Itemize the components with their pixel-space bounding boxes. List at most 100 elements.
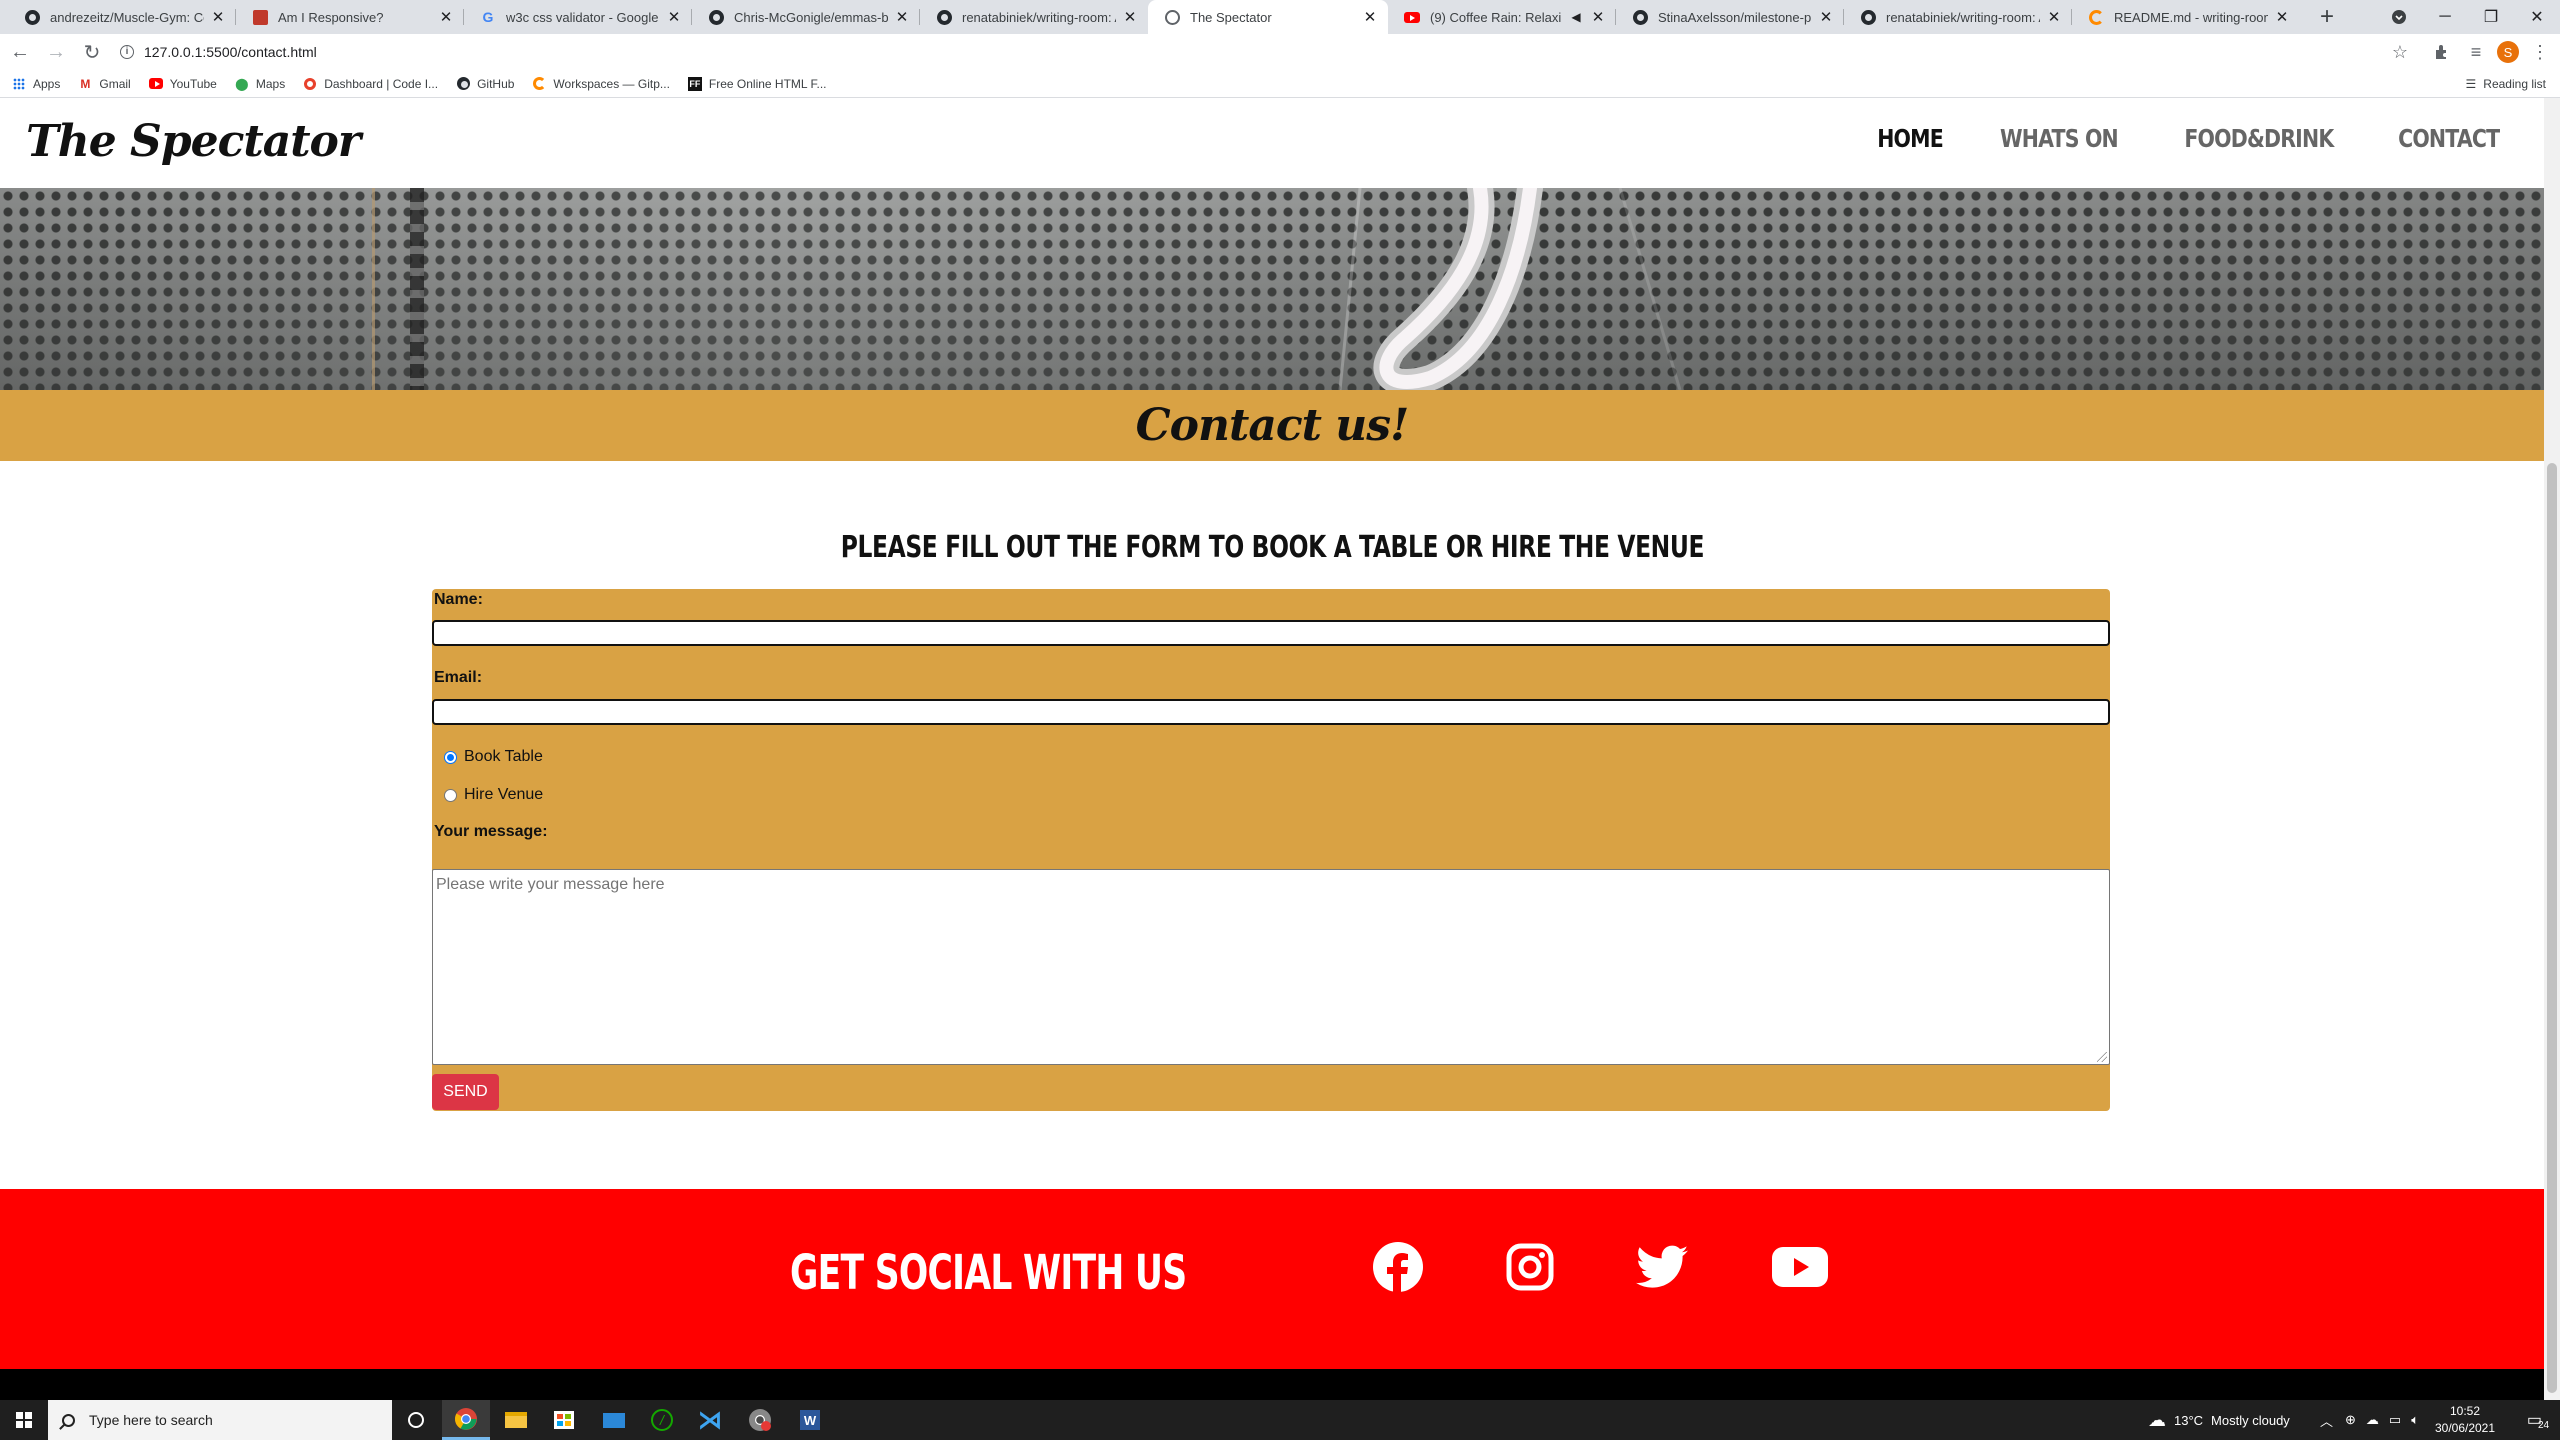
bookmark-youtube[interactable]: YouTube: [148, 77, 217, 91]
close-tab-icon[interactable]: ✕: [2046, 8, 2062, 26]
radio-book-table[interactable]: Book Table: [444, 748, 543, 766]
nav-home[interactable]: HOME: [1877, 124, 1944, 153]
tab-search-icon[interactable]: [2376, 0, 2422, 34]
radio-button-checked[interactable]: [444, 750, 457, 764]
close-tab-icon[interactable]: ✕: [438, 8, 454, 26]
close-tab-icon[interactable]: ✕: [1362, 8, 1378, 26]
close-tab-icon[interactable]: ✕: [1122, 8, 1138, 26]
email-input[interactable]: [432, 699, 2110, 725]
browser-tab[interactable]: StinaAxelsson/milestone-p1 ✕: [1616, 0, 1844, 34]
network-icon[interactable]: ▭: [2389, 1412, 2401, 1428]
browser-tab[interactable]: G w3c css validator - Google Sea ✕: [464, 0, 692, 34]
mute-tab-icon[interactable]: ◀: [1568, 10, 1584, 24]
page-heading-band: Contact us!: [0, 390, 2544, 461]
nav-food-drink[interactable]: FOOD&DRINK: [2184, 124, 2334, 153]
chevron-up-icon[interactable]: ︿: [2320, 1411, 2333, 1430]
browser-tab[interactable]: Am I Responsive? ✕: [236, 0, 464, 34]
media-controls-icon[interactable]: ≡: [2460, 34, 2492, 70]
extensions-icon[interactable]: [2426, 34, 2458, 70]
footer-bottom-strip: [0, 1369, 2544, 1400]
radio-hire-venue[interactable]: Hire Venue: [444, 786, 543, 804]
weather-widget[interactable]: ☁ 13°C Mostly cloudy: [2148, 1400, 2290, 1440]
reading-list-button[interactable]: ☰ Reading list: [2466, 70, 2546, 98]
windows-icon: [16, 1412, 32, 1428]
browser-menu-icon[interactable]: ⋮: [2524, 34, 2556, 70]
notifications-button[interactable]: ▭ 24: [2516, 1400, 2560, 1440]
chrome-profile-icon[interactable]: [736, 1400, 784, 1440]
mail-icon[interactable]: [590, 1400, 638, 1440]
store-icon[interactable]: [540, 1400, 588, 1440]
bookmark-maps[interactable]: ⬤ Maps: [235, 77, 285, 91]
address-bar[interactable]: i 127.0.0.1:5500/contact.html: [110, 38, 2390, 66]
file-explorer-icon[interactable]: [492, 1400, 540, 1440]
bookmark-label: Gmail: [99, 76, 131, 91]
github-icon: [1860, 9, 1876, 25]
browser-tab[interactable]: renatabiniek/writing-room: A w ✕: [1844, 0, 2072, 34]
profile-avatar[interactable]: S: [2492, 34, 2524, 70]
close-tab-icon[interactable]: ✕: [894, 8, 910, 26]
browser-tab[interactable]: andrezeitz/Muscle-Gym: Code I ✕: [8, 0, 236, 34]
reload-icon[interactable]: ↻: [76, 36, 108, 68]
bookmark-gmail[interactable]: M Gmail: [78, 77, 130, 91]
bookmark-apps[interactable]: Apps: [12, 77, 60, 91]
bookmark-html-formatter[interactable]: FF Free Online HTML F...: [687, 76, 827, 91]
forward-icon[interactable]: →: [40, 36, 72, 68]
message-textarea[interactable]: Please write your message here: [432, 869, 2110, 1065]
browser-tab-active[interactable]: The Spectator ✕: [1148, 0, 1388, 34]
restore-icon[interactable]: ❐: [2468, 0, 2514, 34]
bookmark-gitpod[interactable]: Workspaces — Gitp...: [532, 77, 670, 91]
page-scrollbar[interactable]: [2544, 98, 2560, 1400]
name-input[interactable]: [432, 620, 2110, 646]
close-tab-icon[interactable]: ✕: [2274, 8, 2290, 26]
bookmark-github[interactable]: GitHub: [456, 77, 514, 91]
browser-tab[interactable]: Chris-McGonigle/emmas-beau ✕: [692, 0, 920, 34]
site-logo[interactable]: The Spectator: [26, 116, 361, 167]
taskbar-search[interactable]: Type here to search: [48, 1400, 392, 1440]
new-tab-button[interactable]: +: [2310, 0, 2344, 34]
resize-grip-icon[interactable]: [2097, 1052, 2107, 1062]
vscode-icon[interactable]: ⋊: [686, 1400, 734, 1440]
weather-temp: 13°C: [2174, 1412, 2204, 1428]
browser-tab[interactable]: renatabiniek/writing-room: A w ✕: [920, 0, 1148, 34]
upwork-icon[interactable]: /: [638, 1400, 686, 1440]
twitter-icon[interactable]: [1634, 1239, 1690, 1295]
message-label: Your message:: [434, 823, 548, 840]
gitpod-icon: [2088, 9, 2104, 25]
instagram-icon[interactable]: [1502, 1239, 1558, 1295]
close-tab-icon[interactable]: ✕: [1590, 8, 1606, 26]
close-tab-icon[interactable]: ✕: [1818, 8, 1834, 26]
close-tab-icon[interactable]: ✕: [666, 8, 682, 26]
scrollbar-thumb[interactable]: [2547, 463, 2557, 1393]
site-info-icon[interactable]: i: [120, 45, 134, 59]
taskbar-clock[interactable]: 10:52 30/06/2021: [2430, 1403, 2500, 1437]
radio-button[interactable]: [444, 788, 457, 802]
close-window-icon[interactable]: ✕: [2514, 0, 2560, 34]
hero-image: [0, 188, 2544, 390]
facebook-icon[interactable]: [1370, 1239, 1426, 1295]
minimize-icon[interactable]: ─: [2422, 0, 2468, 34]
nav-contact[interactable]: CONTACT: [2398, 124, 2500, 153]
browser-tab[interactable]: (9) Coffee Rain: Relaxing Ja ◀ ✕: [1388, 0, 1616, 34]
amiresponsive-icon: [252, 9, 268, 25]
nav-whats-on[interactable]: WHATS ON: [2000, 124, 2119, 153]
youtube-icon[interactable]: [1772, 1239, 1828, 1295]
main-nav: HOME WHATS ON FOOD&DRINK CONTACT: [1833, 124, 2510, 153]
start-button[interactable]: [0, 1400, 48, 1440]
tab-title: Am I Responsive?: [278, 9, 384, 25]
back-icon[interactable]: ←: [4, 36, 36, 68]
chrome-icon[interactable]: [442, 1400, 490, 1440]
volume-icon[interactable]: 🔈︎: [2411, 1412, 2419, 1428]
onedrive-icon[interactable]: ☁: [2366, 1412, 2379, 1428]
browser-tab[interactable]: README.md - writing-room - G ✕: [2072, 0, 2300, 34]
meet-now-icon[interactable]: ⊕: [2345, 1412, 2356, 1428]
name-label: Name:: [434, 591, 483, 608]
bookmark-dashboard[interactable]: Dashboard | Code I...: [303, 77, 438, 91]
cortana-icon[interactable]: [392, 1400, 440, 1440]
email-label: Email:: [434, 669, 483, 686]
send-button[interactable]: SEND: [432, 1074, 499, 1110]
word-icon[interactable]: W: [786, 1400, 834, 1440]
bookmark-star-icon[interactable]: ☆: [2384, 34, 2416, 70]
bookmarks-bar: Apps M Gmail YouTube ⬤ Maps Dashboard | Co…: [0, 70, 2560, 98]
bookmark-label: Maps: [255, 76, 286, 91]
close-tab-icon[interactable]: ✕: [210, 8, 226, 26]
